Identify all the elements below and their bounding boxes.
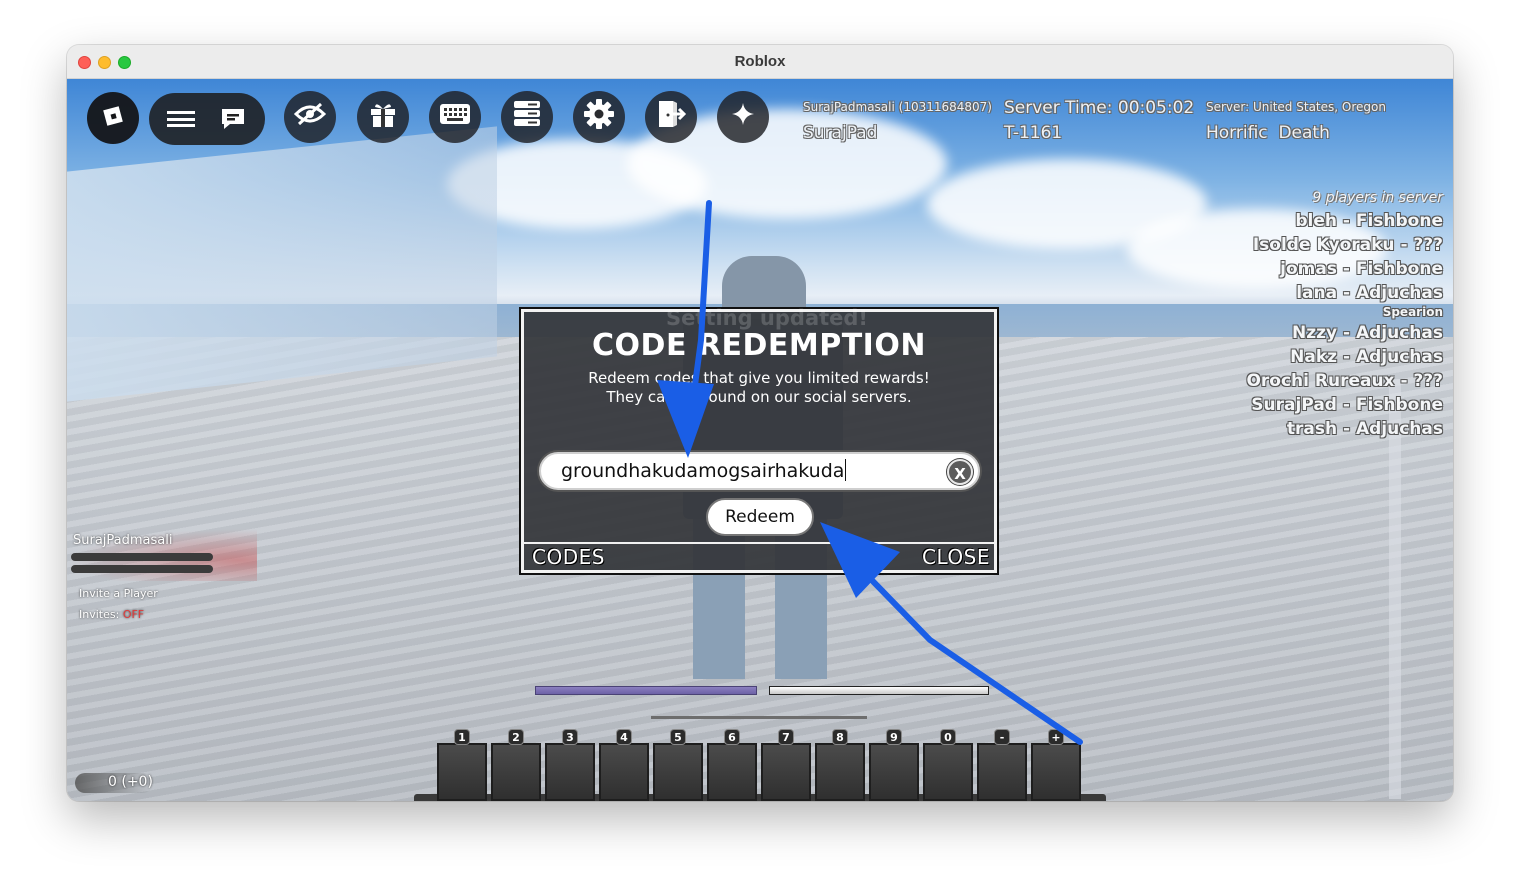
gift-button[interactable] [357,91,409,143]
invites-status[interactable]: Invites: OFF [79,608,144,621]
notification-text: Setting updated! [666,306,869,330]
hotbar-slot-key: 9 [886,729,902,745]
hotbar-slot[interactable] [923,743,973,801]
app-window: Roblox SurajPadmasali (10311684807) Sura… [67,45,1453,801]
wall [67,126,497,402]
hotbar-slot[interactable] [491,743,541,801]
dialog-title: CODE REDEMPTION [592,328,926,363]
player-row[interactable]: bleh - Fishbone [1246,209,1443,233]
player-subtitle: Spearion [1382,305,1443,319]
title-bar: Roblox [67,45,1453,79]
player-row[interactable]: Nakz - Adjuchas [1246,345,1443,369]
hotbar-slot[interactable] [761,743,811,801]
player-row[interactable]: Isolde Kyoraku - ??? [1246,233,1443,257]
server-icon [512,99,542,135]
player-list: 9 players in server bleh - Fishbone Isol… [1246,187,1443,441]
player-count: 9 players in server [1312,190,1443,206]
server-time-text: Server Time: 00:05:02 [1004,98,1195,118]
text-caret [845,459,847,481]
energy-bar [71,565,213,573]
keyboard-icon [439,103,471,131]
server-list-button[interactable] [501,91,553,143]
score-text: 0 (+0) [108,774,153,790]
player-row[interactable]: lana - Adjuchas [1246,281,1443,305]
hotbar-slot[interactable] [977,743,1027,801]
player-row[interactable]: Nzzy - Adjuchas [1246,321,1443,345]
leave-icon [655,98,687,136]
keyboard-button[interactable] [429,91,481,143]
server-region-text: Server: United States, Oregon [1206,100,1386,114]
hotbar-slot-key: + [1048,729,1064,745]
game-viewport[interactable]: SurajPadmasali (10311684807) SurajPad Se… [67,79,1453,801]
sparkle-icon [730,101,756,133]
hide-icon [293,102,327,132]
close-button[interactable]: CLOSE [922,545,990,569]
redeem-button[interactable]: Redeem [706,498,814,536]
hotbar-slot-key: 4 [616,729,632,745]
hide-ui-button[interactable] [284,91,336,143]
hotbar-slot-key: 6 [724,729,740,745]
sparkle-button[interactable] [717,91,769,143]
wall [1389,379,1401,799]
code-input[interactable]: groundhakudamogsairhakuda [539,452,980,490]
codes-button[interactable]: CODES [532,545,605,569]
menu-chat-group [149,93,265,145]
hotbar-slot-key: 1 [454,729,470,745]
display-name-text: SurajPad [803,123,878,143]
score-display: 0 (+0) [75,773,153,793]
gear-icon [583,98,615,136]
hotbar-slot-key: 2 [508,729,524,745]
thin-meter [651,716,867,719]
menu-icon[interactable] [167,111,195,127]
hotbar-slot-key: 8 [832,729,848,745]
description-line: Redeem codes that give you limited rewar… [588,369,930,387]
window-title: Roblox [734,53,786,70]
invite-player-link[interactable]: Invite a Player [79,587,158,600]
purple-meter [535,686,757,695]
hotbar-slot[interactable] [815,743,865,801]
description-line: They can be found on our social servers. [606,388,912,406]
code-redemption-dialog: Setting updated! CODE REDEMPTION Redeem … [519,306,999,575]
leave-game-button[interactable] [645,91,697,143]
clear-input-button[interactable]: X [947,459,973,485]
health-bar [71,553,213,561]
server-code-text: T-1161 [1004,123,1063,143]
white-meter [769,686,989,695]
hotbar-slot-key: 5 [670,729,686,745]
hotbar-slot[interactable] [653,743,703,801]
hotbar-slot[interactable] [599,743,649,801]
hotbar-slot[interactable] [1031,743,1081,801]
user-id-text: SurajPadmasali (10311684807) [803,100,992,114]
gift-icon [368,99,398,135]
code-input-value: groundhakudamogsairhakuda [561,460,845,482]
player-status-panel: SurajPadmasali Invite a Player Invites: … [67,529,257,621]
chat-icon[interactable] [219,107,247,131]
dialog-description: Redeem codes that give you limited rewar… [544,369,974,407]
hotbar-slot-key: - [994,729,1010,745]
invites-label: Invites: [79,608,120,621]
hotbar-slot[interactable] [437,743,487,801]
invites-state: OFF [122,608,145,621]
roblox-logo-icon [102,105,124,131]
player-row[interactable]: jomas - Fishbone [1246,257,1443,281]
player-row[interactable]: trash - Adjuchas [1246,417,1443,441]
hotbar-slot[interactable] [707,743,757,801]
player-row[interactable]: SurajPad - Fishbone [1246,393,1443,417]
hotbar-slot[interactable] [869,743,919,801]
settings-button[interactable] [573,91,625,143]
hotbar-slot[interactable] [545,743,595,801]
dialog-footer: CODES CLOSE [524,542,994,570]
hotbar-slot-key: 3 [562,729,578,745]
difficulty-text: Horrific Death [1206,123,1330,143]
player-row[interactable]: Orochi Rureaux - ??? [1246,369,1443,393]
hotbar-slot-key: 7 [778,729,794,745]
hotbar-slot-key: 0 [940,729,956,745]
roblox-logo-button[interactable] [87,92,139,144]
player-name: SurajPadmasali [73,533,173,548]
